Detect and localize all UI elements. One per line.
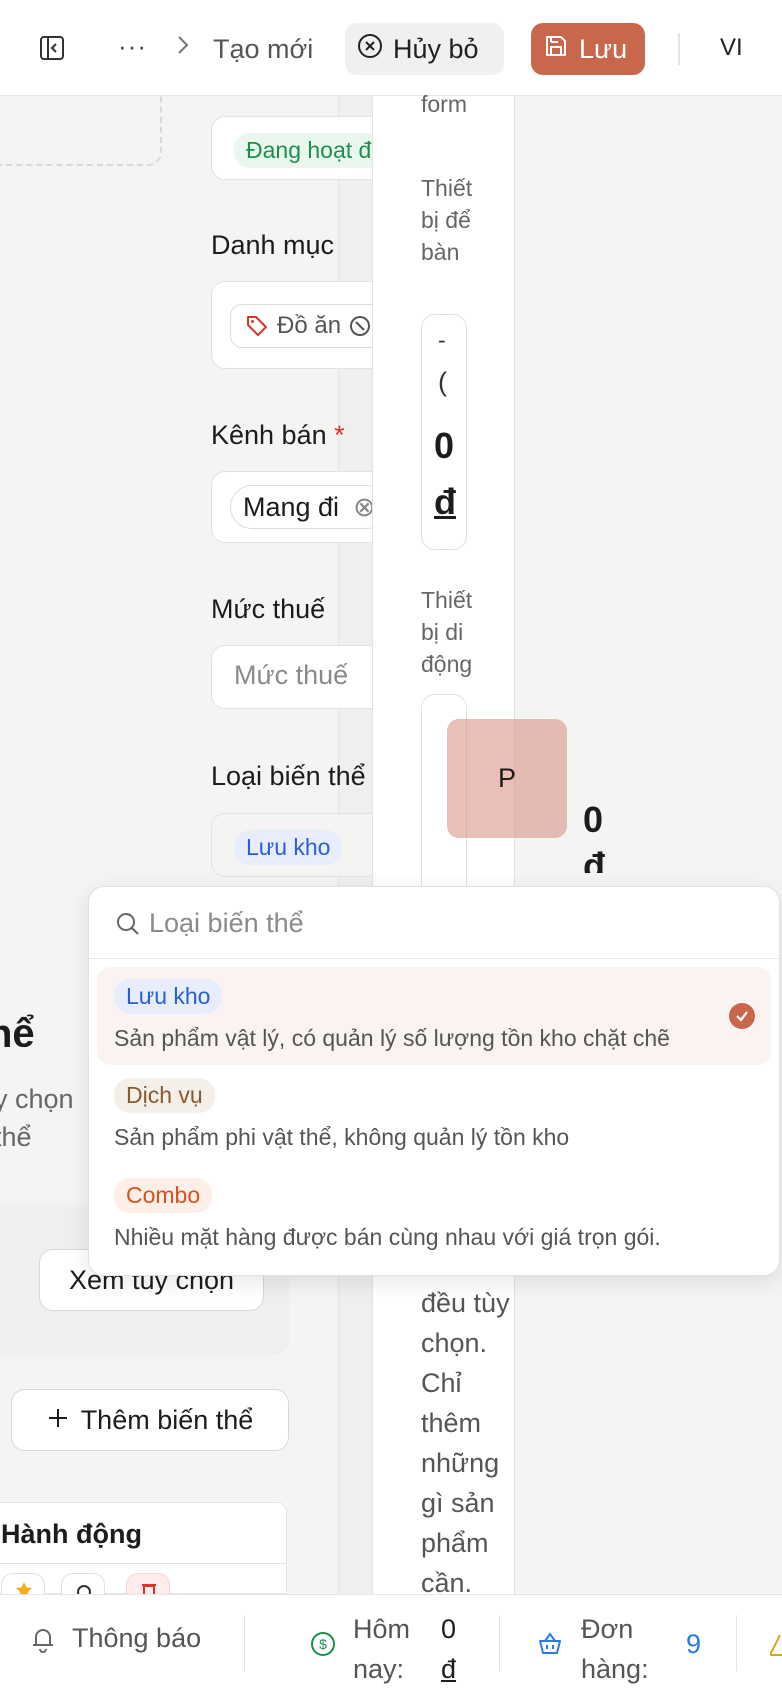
option-chip: Lưu kho [114, 979, 223, 1014]
orders-label-line: hàng: [581, 1654, 649, 1684]
orders-label-line: Đơn [581, 1614, 634, 1644]
basket-icon [539, 1632, 561, 1654]
save-icon [543, 33, 569, 66]
bottombar-divider [736, 1615, 737, 1671]
bottom-status-bar: Thông báo $ Hôm nay: 0 đ Đơn hàng: 9 [0, 1594, 782, 1690]
option-description: Sản phẩm phi vật thể, không quản lý tồn … [114, 1124, 570, 1150]
plus-icon [47, 1405, 69, 1436]
breadcrumb-current: Tạo mới [213, 34, 314, 64]
desktop-preview-partial: ( [438, 367, 447, 397]
variant-section-heading: hể [0, 1012, 35, 1056]
add-variant-button[interactable]: Thêm biến thể [11, 1389, 289, 1451]
today-revenue-label: Hôm nay: [353, 1609, 410, 1689]
table-header-actions: Hành động [1, 1519, 142, 1549]
notifications-button[interactable]: Thông báo [28, 1623, 201, 1654]
bottombar-divider [499, 1615, 500, 1671]
option-chip: Combo [114, 1178, 213, 1213]
required-asterisk: * [334, 420, 345, 450]
language-switcher[interactable]: VI [720, 34, 743, 62]
today-label-line: nay: [353, 1654, 405, 1684]
preview-placeholder-tile: P [447, 719, 567, 838]
sidebar-toggle-icon[interactable] [36, 32, 68, 64]
mobile-price-number: 0 [583, 799, 604, 840]
today-value-unit: đ [441, 1654, 457, 1684]
dropdown-search [89, 887, 779, 959]
desktop-preview-label: Thiết bị để bàn [421, 175, 473, 265]
mobile-price: 0 đ [583, 797, 605, 873]
desktop-price-unit: đ [434, 481, 456, 522]
tag-icon [247, 316, 267, 336]
add-variant-label: Thêm biến thể [80, 1404, 254, 1435]
remove-chip-icon[interactable] [349, 315, 371, 337]
dropdown-option-dich-vu[interactable]: Dịch vụ Sản phẩm phi vật thể, không quản… [97, 1066, 771, 1164]
image-dropzone[interactable] [0, 96, 162, 166]
table-divider [0, 1563, 286, 1564]
bell-icon [33, 1628, 53, 1653]
today-label-line: Hôm [353, 1614, 411, 1644]
dropdown-option-luu-kho[interactable]: Lưu kho Sản phẩm vật lý, có quản lý số l… [97, 967, 771, 1065]
orders-value: 9 [686, 1629, 702, 1659]
orders-label: Đơn hàng: [581, 1609, 649, 1689]
save-label: Lưu [579, 33, 628, 64]
preview-form-text: form [421, 91, 467, 117]
category-chip: Đồ ăn [230, 304, 387, 348]
today-revenue-value: 0 đ [441, 1609, 456, 1689]
channel-chip: Mang đi ⊗ [230, 485, 389, 529]
search-icon [117, 913, 139, 935]
dropdown-search-input[interactable] [149, 903, 749, 943]
variant-type-label: Loại biến thể [211, 761, 366, 791]
channel-label: Kênh bán * [211, 420, 345, 451]
close-circle-icon [357, 33, 383, 66]
desktop-preview-dash: - [438, 327, 446, 353]
save-button[interactable]: Lưu [531, 23, 645, 75]
tax-label: Mức thuế [211, 594, 326, 624]
channel-label-text: Kênh bán [211, 420, 327, 450]
variant-table: Hành động [0, 1502, 287, 1603]
option-description: Nhiều mặt hàng được bán cùng nhau với gi… [114, 1224, 661, 1250]
bottombar-divider [244, 1615, 245, 1671]
dollar-circle-icon: $ [311, 1632, 335, 1656]
description-line: thể [0, 1122, 32, 1152]
topbar-divider [678, 33, 680, 65]
option-chip: Dịch vụ [114, 1078, 215, 1113]
option-description: Sản phẩm vật lý, có quản lý số lượng tồn… [114, 1025, 670, 1051]
svg-text:$: $ [319, 1636, 327, 1652]
preview-help-text: đều tùy chọn. Chỉ thêm những gì sản phẩm… [421, 1288, 510, 1598]
dropdown-option-combo[interactable]: Combo Nhiều mặt hàng được bán cùng nhau … [97, 1166, 771, 1264]
warning-icon[interactable] [770, 1633, 782, 1657]
variant-type-dropdown: Lưu kho Sản phẩm vật lý, có quản lý số l… [88, 886, 780, 1276]
desktop-preview-frame: - ( 0 đ [421, 314, 467, 550]
category-label: Danh mục [211, 230, 335, 260]
tax-placeholder: Mức thuế [234, 660, 349, 690]
channel-chip-label: Mang đi [243, 491, 340, 522]
description-line: y chọn [0, 1084, 74, 1114]
breadcrumb-more-button[interactable]: ··· [118, 30, 147, 62]
chevron-right-icon [176, 34, 190, 61]
check-icon [729, 1003, 755, 1029]
right-panel [515, 96, 782, 1594]
top-bar: ··· Tạo mới Hủy bỏ Lưu VI [0, 0, 782, 96]
mobile-price-unit: đ [583, 845, 605, 873]
notifications-label: Thông báo [72, 1623, 202, 1653]
today-value-number: 0 [441, 1614, 457, 1644]
cancel-label: Hủy bỏ [393, 33, 479, 64]
mobile-preview-label: Thiết bị di động [421, 587, 473, 677]
cancel-button[interactable]: Hủy bỏ [345, 23, 504, 75]
variant-type-chip: Lưu kho [234, 830, 343, 865]
preview-panel: form Thiết bị để bàn - ( 0 đ Thiết bị di… [372, 91, 515, 1598]
variant-section-description: y chọn thể [0, 1080, 74, 1156]
category-chip-label: Đồ ăn [277, 312, 342, 339]
desktop-price-number: 0 [434, 425, 455, 466]
